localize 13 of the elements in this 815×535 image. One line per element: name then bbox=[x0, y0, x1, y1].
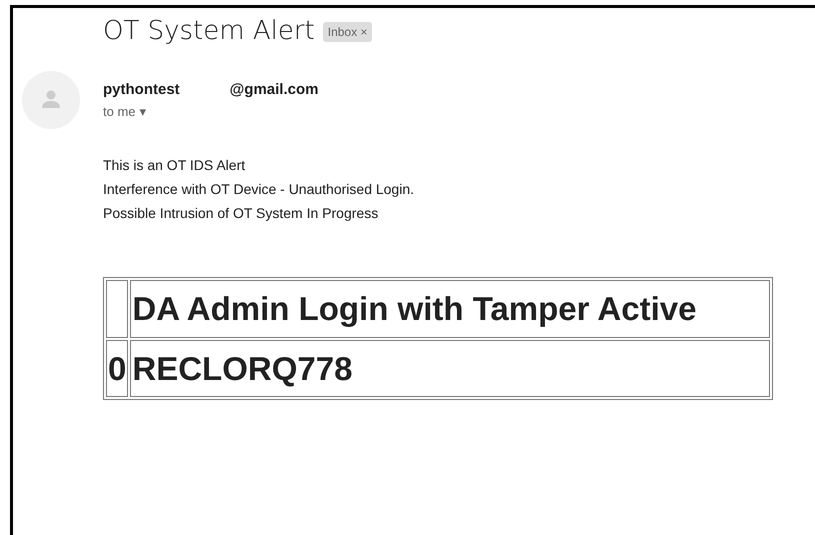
inbox-label[interactable]: Inbox × bbox=[322, 22, 372, 42]
recipient-text: to me bbox=[103, 102, 136, 121]
sender-address: @gmail.com bbox=[230, 80, 318, 100]
table-cell: RECLORQ778 bbox=[130, 340, 770, 398]
column-header: DA Admin Login with Tamper Active bbox=[130, 280, 770, 338]
column-header bbox=[106, 280, 128, 338]
email-subject: OT System Alert bbox=[103, 16, 315, 48]
table-cell: 0 bbox=[106, 340, 128, 398]
sender-name: pythontest bbox=[103, 80, 180, 100]
body-line: Possible Intrusion of OT System In Progress bbox=[103, 204, 380, 224]
body-line: Interference with OT Device - Unauthorised Login. bbox=[103, 180, 416, 200]
details-dropdown[interactable]: ▾ bbox=[140, 102, 147, 122]
body-line: This is an OT IDS Alert bbox=[103, 156, 246, 176]
